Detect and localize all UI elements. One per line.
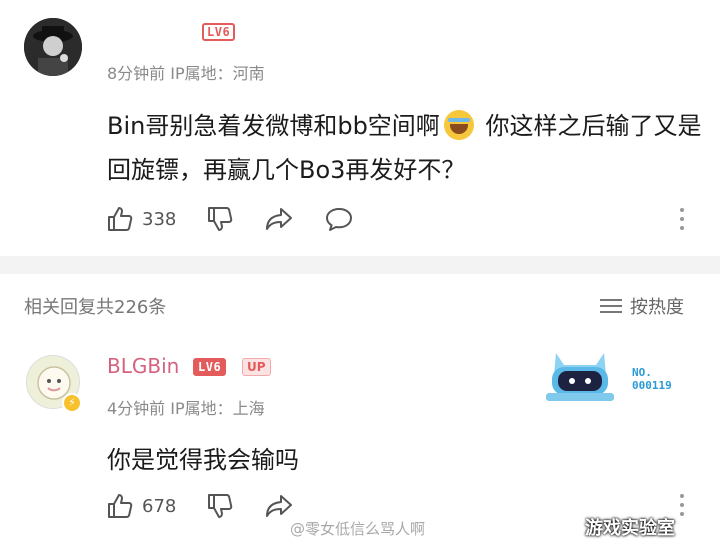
reply-like-button[interactable]: 678 [106,492,176,520]
section-divider [0,256,720,274]
fan-badge-icon [546,345,614,401]
reply-count: 相关回复共226条 [24,297,167,318]
up-badge: UP [242,358,271,376]
fan-badge-number: NO. 000119 [632,366,672,392]
brand-watermark: 游戏实验室 [585,518,675,539]
comment-actions: 338 [106,205,384,233]
comment-button[interactable] [324,205,354,233]
reply-username[interactable]: BLGBin [107,354,179,378]
share-icon [264,492,294,520]
reply-share-button[interactable] [264,492,294,520]
watermark: @零女低信么骂人啊 [290,520,426,538]
comment-icon [324,205,354,233]
thumbs-up-icon [106,205,134,233]
more-icon[interactable] [676,494,688,521]
like-button[interactable]: 338 [106,205,176,233]
thumbs-down-icon [206,492,234,520]
user-avatar[interactable] [24,18,82,76]
share-icon [264,205,294,233]
reply-like-count: 678 [142,495,177,517]
level-badge: LV6 [202,23,236,41]
more-icon[interactable] [676,208,688,235]
verified-icon: ⚡ [62,393,82,413]
comment-text-part1: Bin哥别急着发微博和bb空间啊 [107,112,440,140]
reply-level-badge: LV6 [193,358,227,376]
like-count: 338 [142,208,177,230]
reply-meta: 4分钟前 IP属地：上海 [107,399,265,418]
sort-button[interactable]: 按热度 [600,293,684,319]
reply-actions: 678 [106,492,324,520]
thumbs-down-icon [206,205,234,233]
thumbs-up-icon [106,492,134,520]
share-button[interactable] [264,205,294,233]
fan-badge-number-value: 000119 [632,379,672,392]
fan-badge-number-label: NO. [632,366,652,379]
sweat-smile-emoji-icon [443,110,474,140]
reply-text: 你是觉得我会输吗 [107,446,299,474]
comment-meta: 8分钟前 IP属地：河南 [107,64,265,83]
sort-label: 按热度 [630,297,684,318]
sort-icon [600,295,622,317]
comment-text: Bin哥别急着发微博和bb空间啊 你这样之后输了又是回旋镖，再赢几个Bo3再发好… [107,104,707,192]
reply-dislike-button[interactable] [206,492,234,520]
dislike-button[interactable] [206,205,234,233]
